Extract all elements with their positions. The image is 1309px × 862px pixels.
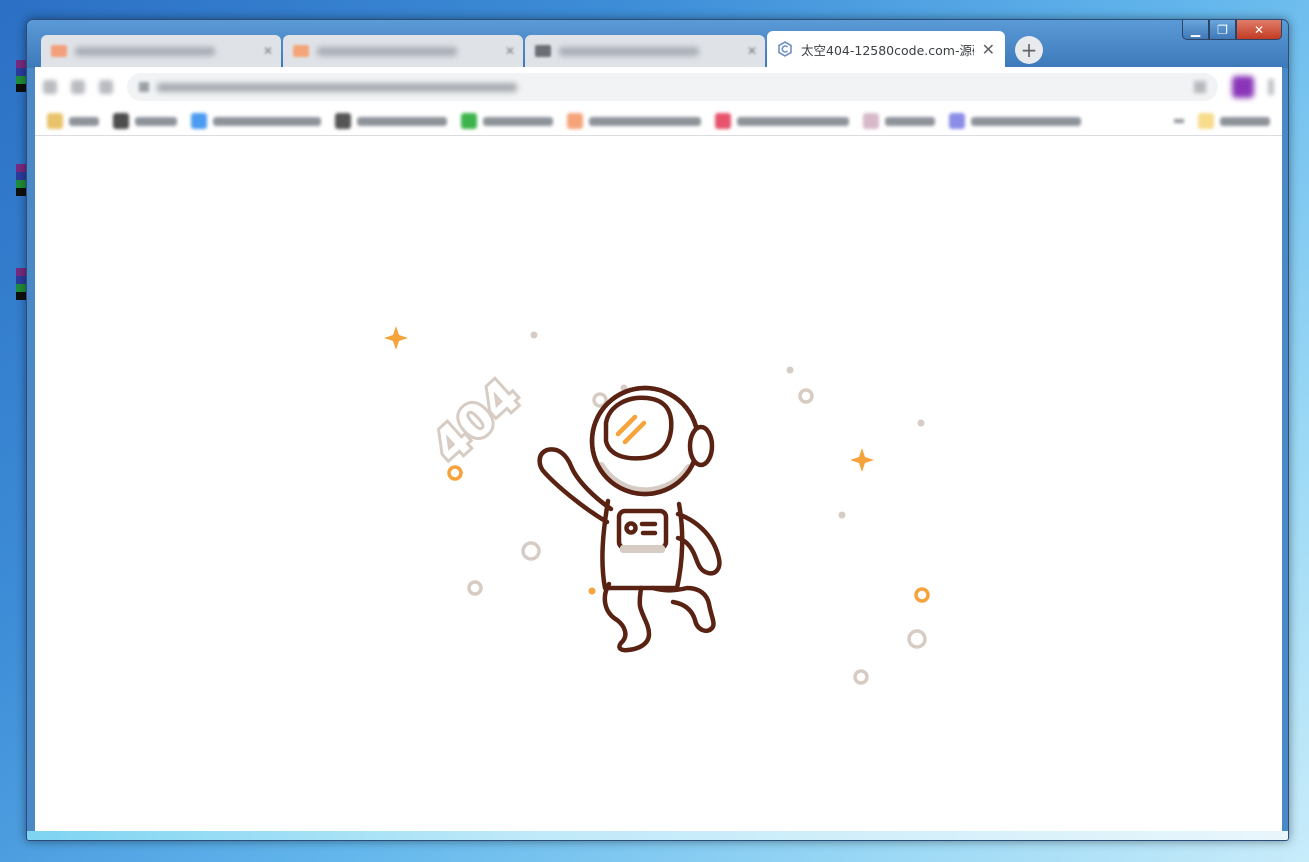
- browser-window: ▁ ❐ ✕ ✕ ✕ ✕ 太空404-12580code.com-源码 ✕ + 4…: [26, 19, 1289, 841]
- tab-title-obscured: [317, 46, 457, 56]
- minimize-button[interactable]: ▁: [1182, 20, 1209, 40]
- ring: [798, 388, 814, 404]
- tab-strip: ✕ ✕ ✕ 太空404-12580code.com-源码 ✕ +: [41, 31, 1043, 67]
- bookmarks-overflow-icon[interactable]: [1174, 119, 1184, 123]
- tab-close-icon[interactable]: ✕: [982, 40, 995, 59]
- bookmarks-bar: [35, 107, 1282, 136]
- desktop-icon[interactable]: [16, 60, 26, 92]
- bookmark-item[interactable]: [567, 113, 701, 129]
- star-dot: [588, 587, 596, 595]
- tab-title-obscured: [559, 46, 699, 56]
- tab-favicon: [293, 45, 309, 57]
- tab-title: 太空404-12580code.com-源码: [801, 42, 974, 58]
- bookmark-folder[interactable]: [1198, 113, 1270, 129]
- lock-icon[interactable]: [139, 82, 149, 92]
- window-close-button[interactable]: ✕: [1236, 20, 1282, 40]
- astronaut: [537, 385, 722, 653]
- tab-favicon: [535, 45, 551, 57]
- tab-blurred-3[interactable]: ✕: [525, 35, 765, 67]
- desktop-icon[interactable]: [16, 268, 26, 300]
- astronaut-404-illustration: 404: [384, 326, 930, 685]
- back-icon[interactable]: [43, 80, 57, 94]
- star-dot: [530, 331, 538, 339]
- tab-title-obscured: [75, 46, 215, 56]
- tab-blurred-2[interactable]: ✕: [283, 35, 523, 67]
- bookmark-item[interactable]: [461, 113, 553, 129]
- taskbar-edge: [27, 831, 1288, 840]
- hexagon-logo-icon: [778, 41, 792, 57]
- url-text-obscured: [157, 82, 517, 92]
- bookmark-item[interactable]: [47, 113, 99, 129]
- ring: [907, 629, 927, 649]
- sparkle-icon: [384, 326, 408, 350]
- ring: [467, 580, 483, 596]
- extension-icon[interactable]: [1232, 76, 1254, 98]
- ring: [914, 587, 930, 603]
- tab-close-icon[interactable]: ✕: [505, 44, 515, 58]
- new-tab-button[interactable]: +: [1015, 36, 1043, 64]
- address-bar[interactable]: [127, 73, 1218, 101]
- ring: [521, 541, 541, 561]
- bookmark-item[interactable]: [335, 113, 447, 129]
- bookmark-item[interactable]: [949, 113, 1081, 129]
- tab-close-icon[interactable]: ✕: [263, 44, 273, 58]
- desktop-icon[interactable]: [16, 164, 26, 196]
- tab-favicon: [51, 45, 67, 57]
- bookmark-item[interactable]: [715, 113, 849, 129]
- tab-close-icon[interactable]: ✕: [747, 44, 757, 58]
- tab-blurred-1[interactable]: ✕: [41, 35, 281, 67]
- ring: [853, 669, 869, 685]
- bookmark-item[interactable]: [113, 113, 177, 129]
- bookmark-item[interactable]: [191, 113, 321, 129]
- forward-icon[interactable]: [71, 80, 85, 94]
- star-dot: [786, 366, 794, 374]
- bookmark-item[interactable]: [863, 113, 935, 129]
- window-controls: ▁ ❐ ✕: [1182, 20, 1282, 40]
- star-dot: [917, 419, 925, 427]
- sparkle-icon: [850, 448, 874, 472]
- star-dot: [838, 511, 846, 519]
- maximize-button[interactable]: ❐: [1209, 20, 1236, 40]
- reload-icon[interactable]: [99, 80, 113, 94]
- page-content: 404: [35, 136, 1282, 833]
- bookmark-star-icon[interactable]: [1194, 81, 1206, 93]
- browser-toolbar: [35, 67, 1282, 107]
- error-code-art: 404: [422, 369, 529, 473]
- menu-icon[interactable]: [1268, 79, 1274, 95]
- tab-active[interactable]: 太空404-12580code.com-源码 ✕: [767, 31, 1005, 67]
